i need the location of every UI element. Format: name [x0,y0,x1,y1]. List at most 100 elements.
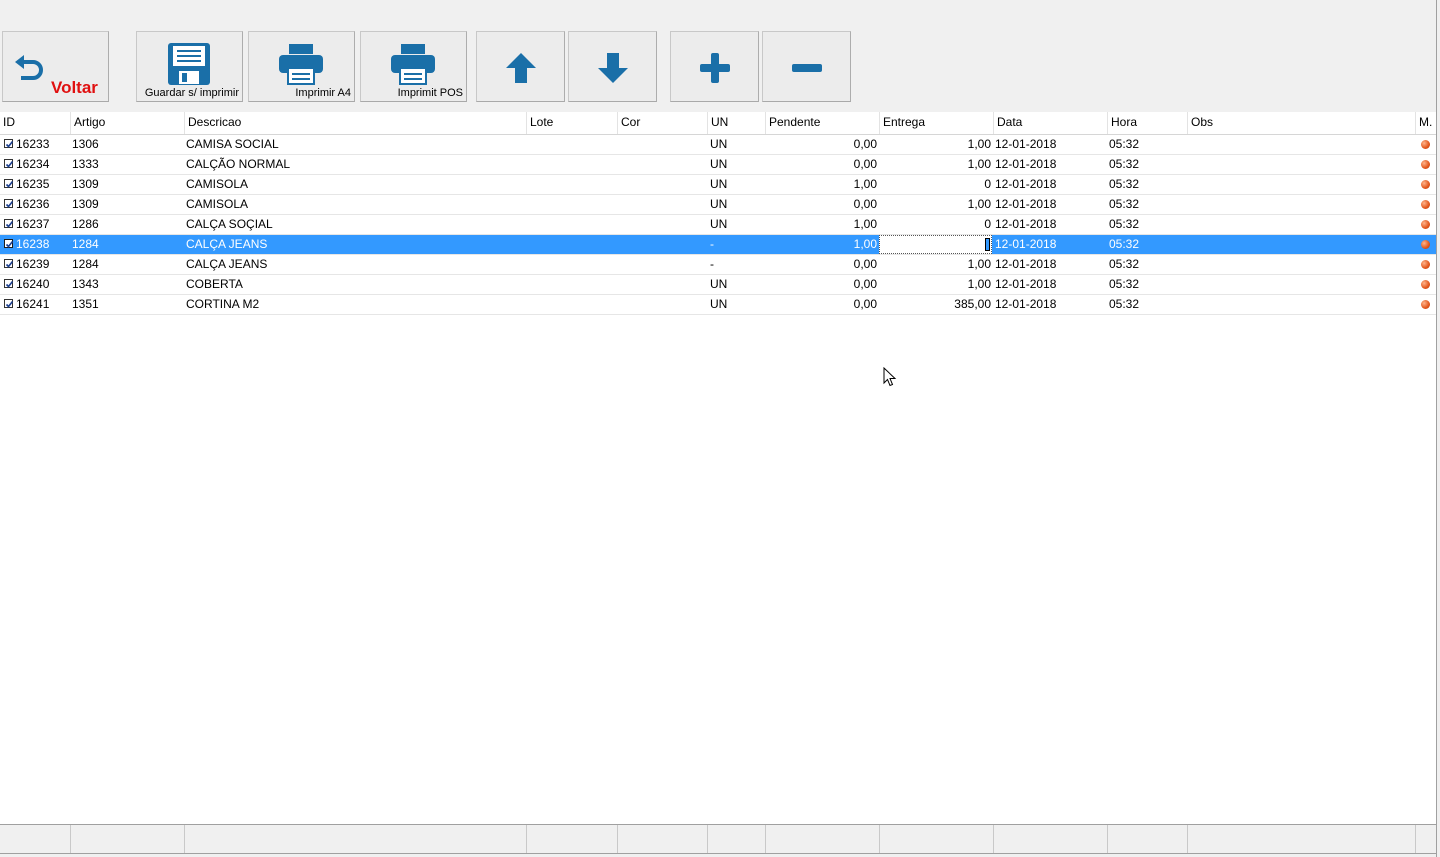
row-checkbox[interactable] [4,259,14,268]
cell-artigo: 1333 [72,157,99,171]
cell-obs [1189,175,1413,194]
cell-descricao: CAMISOLA [186,177,249,191]
entrega-edit-field[interactable] [879,235,992,254]
row-checkbox[interactable] [4,199,14,208]
table-row[interactable]: 16236 1309 CAMISOLA UN 0,00 1,00 12-01-2… [0,195,1436,215]
move-down-button[interactable] [568,31,657,102]
status-dot-icon [1421,180,1430,189]
cell-un: UN [710,137,728,151]
cell-obs [1189,255,1413,274]
cell-id: 16241 [16,297,50,311]
add-button[interactable] [670,31,759,102]
column-header-un[interactable]: UN [707,112,765,134]
status-dot-icon [1421,140,1430,149]
row-checkbox[interactable] [4,159,14,168]
cell-entrega[interactable]: 0 [879,175,991,194]
table-row[interactable]: 16235 1309 CAMISOLA UN 1,00 0 12-01-2018… [0,175,1436,195]
cell-lote [528,215,615,234]
cell-hora: 05:32 [1109,177,1140,191]
remove-button[interactable] [762,31,851,102]
table-row-selected[interactable]: 16238 1284 CALÇA JEANS - 1,00 12-01-2018… [0,235,1436,255]
cell-entrega[interactable]: 1,00 [879,195,991,214]
cell-entrega[interactable]: 1,00 [879,155,991,174]
column-header-entrega[interactable]: Entrega [879,112,993,134]
footer-divider [993,825,994,853]
cell-entrega[interactable]: 1,00 [879,275,991,294]
table-row[interactable]: 16241 1351 CORTINA M2 UN 0,00 385,00 12-… [0,295,1436,315]
row-checkbox[interactable] [4,219,14,228]
cell-un: UN [710,297,728,311]
column-header-id[interactable]: ID [0,112,70,134]
cell-un: - [710,257,714,271]
cell-pendente: 0,00 [853,257,877,271]
cell-id: 16240 [16,277,50,291]
table-row[interactable]: 16234 1333 CALÇÃO NORMAL UN 0,00 1,00 12… [0,155,1436,175]
undo-arrow-icon [15,55,43,80]
column-header-artigo[interactable]: Artigo [70,112,184,134]
cell-pendente: 1,00 [853,177,877,191]
cell-cor [619,255,705,274]
cell-pendente: 0,00 [853,137,877,151]
cell-artigo: 1309 [72,197,99,211]
cell-descricao: CAMISOLA [186,197,249,211]
column-header-hora[interactable]: Hora [1107,112,1187,134]
cell-hora: 05:32 [1109,137,1140,151]
cell-data: 12-01-2018 [995,257,1057,271]
cell-obs [1189,195,1413,214]
cell-data: 12-01-2018 [995,217,1057,231]
plus-icon [700,53,730,83]
cell-obs [1189,135,1413,154]
cell-cor [619,235,705,254]
row-checkbox[interactable] [4,139,14,148]
voltar-button[interactable]: Voltar [2,31,109,102]
cell-obs [1189,215,1413,234]
cell-entrega[interactable]: 0 [879,215,991,234]
grid-header: ID Artigo Descricao Lote Cor UN Pendente… [0,112,1436,135]
column-header-lote[interactable]: Lote [526,112,617,134]
row-checkbox[interactable] [4,299,14,308]
cell-un: - [710,237,714,251]
row-checkbox[interactable] [4,179,14,188]
cell-descricao: CAMISA SOCIAL [186,137,279,151]
table-row[interactable]: 16237 1286 CALÇA SOÇIAL UN 1,00 0 12-01-… [0,215,1436,235]
cell-entrega[interactable]: 1,00 [879,135,991,154]
cell-id: 16237 [16,217,50,231]
cell-cor [619,295,705,314]
floppy-disk-icon [168,43,210,85]
column-header-pendente[interactable]: Pendente [765,112,879,134]
guardar-label: Guardar s/ imprimir [144,87,239,99]
cell-hora: 05:32 [1109,237,1140,251]
column-header-data[interactable]: Data [993,112,1107,134]
cell-obs [1189,155,1413,174]
imprimir-pos-button[interactable]: Imprimit POS [360,31,467,102]
move-up-button[interactable] [476,31,565,102]
cell-lote [528,155,615,174]
status-dot-icon [1421,200,1430,209]
column-header-m[interactable]: M. [1415,112,1436,134]
row-checkbox[interactable] [4,279,14,288]
cell-cor [619,215,705,234]
table-row[interactable]: 16240 1343 COBERTA UN 0,00 1,00 12-01-20… [0,275,1436,295]
cell-pendente: 0,00 [853,157,877,171]
cell-entrega[interactable]: 385,00 [879,295,991,314]
cell-id: 16236 [16,197,50,211]
cell-artigo: 1286 [72,217,99,231]
cell-un: UN [710,197,728,211]
cell-data: 12-01-2018 [995,177,1057,191]
cell-entrega[interactable]: 1,00 [879,255,991,274]
items-grid[interactable]: ID Artigo Descricao Lote Cor UN Pendente… [0,112,1436,824]
cell-data: 12-01-2018 [995,197,1057,211]
imprimir-a4-button[interactable]: Imprimir A4 [248,31,355,102]
table-row[interactable]: 16233 1306 CAMISA SOCIAL UN 0,00 1,00 12… [0,135,1436,155]
cell-lote [528,255,615,274]
cell-artigo: 1306 [72,137,99,151]
cell-id: 16239 [16,257,50,271]
row-checkbox[interactable] [4,239,14,248]
column-header-descricao[interactable]: Descricao [184,112,526,134]
guardar-sem-imprimir-button[interactable]: Guardar s/ imprimir [136,31,243,102]
column-header-cor[interactable]: Cor [617,112,707,134]
cell-artigo: 1351 [72,297,99,311]
table-row[interactable]: 16239 1284 CALÇA JEANS - 0,00 1,00 12-01… [0,255,1436,275]
column-header-obs[interactable]: Obs [1187,112,1415,134]
cell-un: UN [710,157,728,171]
